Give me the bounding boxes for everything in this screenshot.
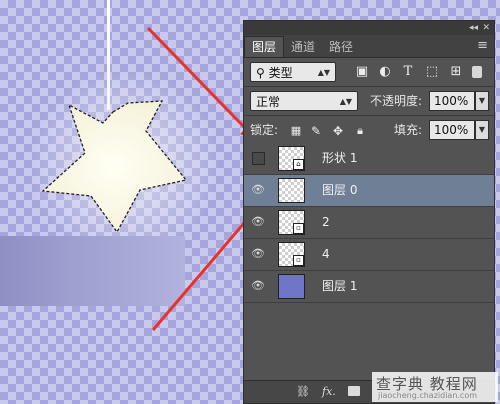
filter-toggle-icon[interactable] [472,66,482,78]
fill-label: 填充: [394,123,423,137]
smart-object-badge-icon: ▫ [293,223,304,234]
layer-name: 形状 1 [322,151,358,165]
lock-row: 锁定: ▦ ✎ ✥ 🔒︎ 填充: 100% ▼ [244,116,494,144]
layer-name: 2 [322,215,330,229]
fill-dropdown-button[interactable]: ▼ [475,120,489,140]
watermark: 查字典 教程网 jiaocheng.chazidian.com [372,372,498,402]
layer-row-shape-1[interactable]: ⌂ 形状 1 [244,143,494,175]
layer-name: 图层 1 [322,279,358,293]
type-filter-icon[interactable]: T [400,64,416,80]
blend-mode-value: 正常 [256,95,281,109]
layer-row-2[interactable]: 👁︎ ▫ 2 [244,207,494,239]
filter-row: ⚲ 类型 ▲▼ ▣ ◐ T ⬚ ⊞ [244,58,494,86]
eye-icon[interactable]: 👁︎ [250,247,266,261]
layer-thumbnail: ▫ [278,242,305,267]
chevron-down-icon: ▲▼ [339,97,352,106]
tab-channels[interactable]: 通道 [284,37,322,57]
layer-thumbnail [278,274,305,299]
mask-icon[interactable] [348,386,360,396]
panel-tabs: 图层 通道 路径 ≡ [244,35,494,58]
layer-row-4[interactable]: 👁︎ ▫ 4 [244,239,494,271]
fx-icon[interactable]: fx. [322,384,336,400]
eye-icon[interactable]: 👁︎ [250,183,266,197]
lock-all-icon[interactable]: 🔒︎ [352,123,368,139]
layers-panel: ◂◂ ✕ 图层 通道 路径 ≡ ⚲ 类型 ▲▼ ▣ ◐ T ⬚ ⊞ 正常 ▲▼ … [243,20,495,404]
layer-name: 图层 0 [322,183,358,197]
visibility-toggle-empty[interactable] [252,152,265,165]
smart-object-badge-icon: ▫ [293,255,304,266]
layers-list: ⌂ 形状 1 👁︎ 图层 0 👁︎ ▫ 2 👁︎ ▫ 4 👁︎ 图层 1 [244,143,494,303]
watermark-url: jiaocheng.chazidian.com [378,391,478,400]
layer-row-layer-0[interactable]: 👁︎ 图层 0 [244,175,494,207]
lock-position-icon[interactable]: ✥ [330,123,346,139]
fill-input[interactable]: 100% [429,120,475,140]
tab-paths[interactable]: 路径 [322,37,360,57]
link-icon[interactable]: ⛓︎ [296,384,310,400]
image-filter-icon[interactable]: ▣ [354,64,370,80]
smart-object-filter-icon[interactable]: ⊞ [448,64,464,80]
panel-menu-icon[interactable]: ≡ [477,38,488,53]
filter-type-label: 类型 [268,66,293,80]
layer-thumbnail [278,178,305,203]
opacity-dropdown-button[interactable]: ▼ [475,91,489,111]
filter-type-dropdown[interactable]: ⚲ 类型 ▲▼ [250,62,336,82]
blend-mode-dropdown[interactable]: 正常 ▲▼ [250,91,358,111]
shape-badge-icon: ⌂ [293,159,304,170]
eye-icon[interactable]: 👁︎ [250,215,266,229]
blend-row: 正常 ▲▼ 不透明度: 100% ▼ [244,87,494,115]
lock-label: 锁定: [250,123,279,137]
layer-thumbnail: ▫ [278,210,305,235]
layer-thumbnail: ⌂ [278,146,305,171]
opacity-label: 不透明度: [370,94,423,108]
opacity-input[interactable]: 100% [429,91,475,111]
adjustment-filter-icon[interactable]: ◐ [377,64,393,80]
chevron-down-icon: ▲▼ [317,68,330,77]
close-icon[interactable]: ✕ [482,21,490,35]
shape-filter-icon[interactable]: ⬚ [424,64,440,80]
tab-layers[interactable]: 图层 [244,36,285,57]
panel-titlebar: ◂◂ ✕ [244,21,494,35]
lock-transparent-pixels-icon[interactable]: ▦ [288,123,304,139]
layer-name: 4 [322,247,330,261]
eye-icon[interactable]: 👁︎ [250,279,266,293]
collapse-icon[interactable]: ◂◂ [469,21,478,35]
lock-image-pixels-icon[interactable]: ✎ [308,123,324,139]
search-icon: ⚲ [256,66,265,80]
layer-row-layer-1[interactable]: 👁︎ 图层 1 [244,271,494,303]
